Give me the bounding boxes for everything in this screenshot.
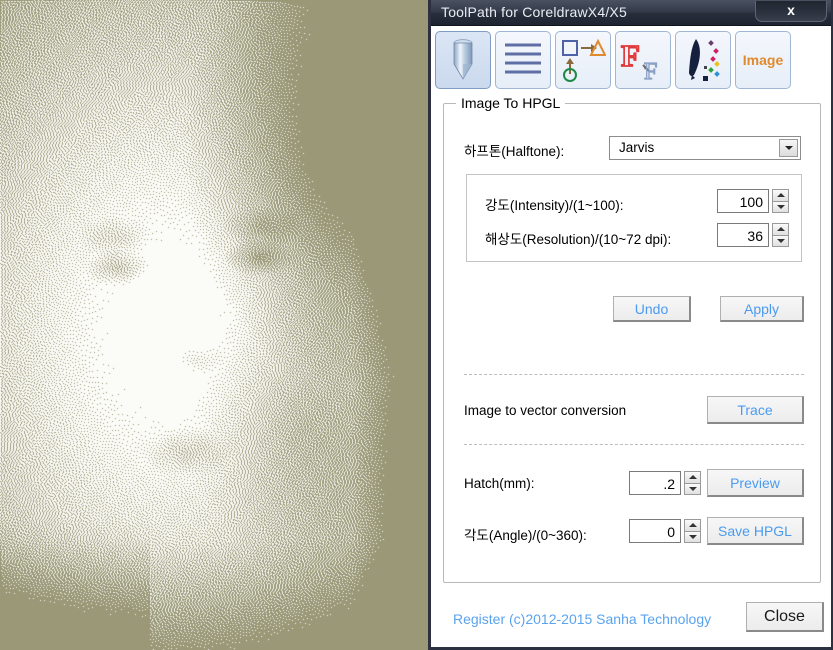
- shape-convert-icon: [560, 38, 606, 82]
- svg-text:F: F: [644, 59, 657, 82]
- resolution-stepper-down[interactable]: [772, 234, 789, 247]
- halftone-select[interactable]: Jarvis: [609, 136, 801, 160]
- window-close-icon[interactable]: x: [755, 1, 827, 22]
- intensity-label: 강도(Intensity)/(1~100):: [485, 198, 624, 213]
- halftone-preview-canvas[interactable]: [0, 0, 428, 650]
- caret-glyph: [784, 146, 793, 150]
- angle-stepper-down[interactable]: [684, 530, 701, 543]
- separator-bottom: [464, 444, 804, 445]
- horizontal-lines-icon: [502, 39, 544, 81]
- arrow-up-icon: [776, 193, 785, 198]
- intensity-row: 강도(Intensity)/(1~100):: [485, 189, 789, 215]
- angle-input[interactable]: [629, 519, 681, 543]
- arrow-up-icon: [776, 227, 785, 232]
- svg-text:F: F: [621, 38, 640, 73]
- image-text-icon: Image: [742, 52, 784, 68]
- group-legend: Image To HPGL: [456, 95, 566, 111]
- undo-button[interactable]: Undo: [613, 296, 691, 322]
- apply-button[interactable]: Apply: [720, 296, 804, 322]
- toolpath-dialog: ToolPath for CoreldrawX4/X5 x F F Image …: [428, 0, 833, 650]
- intensity-stepper-up[interactable]: [772, 189, 789, 201]
- toolbar-button-hatch-fill[interactable]: [495, 31, 551, 89]
- angle-stepper[interactable]: [684, 519, 701, 543]
- image-to-hpgl-group: Image To HPGL 하프톤(Halftone): Jarvis 강도(I…: [443, 95, 821, 583]
- halftone-preview-pane[interactable]: [0, 0, 428, 650]
- hatch-stepper[interactable]: [684, 471, 701, 495]
- separator-top: [464, 374, 804, 375]
- hatch-stepper-down[interactable]: [684, 482, 701, 495]
- close-button[interactable]: Close: [746, 602, 824, 632]
- engraving-bit-icon: [448, 38, 478, 82]
- resolution-stepper-up[interactable]: [772, 223, 789, 235]
- intensity-resolution-panel: 강도(Intensity)/(1~100): 해상도(Resolution)/(…: [466, 174, 802, 262]
- app-window: ToolPath for CoreldrawX4/X5 x F F Image …: [0, 0, 833, 650]
- hatch-stepper-up[interactable]: [684, 471, 701, 483]
- toolbar-button-pen[interactable]: [435, 31, 491, 89]
- hatch-input[interactable]: [629, 471, 681, 495]
- dialog-title: ToolPath for CoreldrawX4/X5: [441, 4, 627, 20]
- halftone-label: 하프톤(Halftone):: [464, 144, 565, 159]
- register-text[interactable]: Register (c)2012-2015 Sanha Technology: [453, 611, 711, 627]
- toolbar-button-image[interactable]: Image: [735, 31, 791, 89]
- toolbar-button-text[interactable]: F F: [615, 31, 671, 89]
- halftone-row: 하프톤(Halftone): Jarvis: [464, 136, 804, 160]
- arrow-up-icon: [688, 523, 697, 528]
- vector-conversion-label: Image to vector conversion: [464, 403, 627, 418]
- brush-color-icon: [680, 37, 726, 83]
- trace-button[interactable]: Trace: [707, 396, 804, 424]
- arrow-down-icon: [776, 204, 785, 209]
- arrow-up-icon: [688, 475, 697, 480]
- intensity-input[interactable]: [717, 189, 769, 213]
- hatch-label: Hatch(mm):: [464, 476, 535, 491]
- resolution-input[interactable]: [717, 223, 769, 247]
- resolution-stepper[interactable]: [772, 223, 789, 247]
- angle-label: 각도(Angle)/(0~360):: [464, 528, 587, 543]
- font-outline-icon: F F: [620, 38, 666, 82]
- toolbar-button-brush[interactable]: [675, 31, 731, 89]
- resolution-label: 해상도(Resolution)/(10~72 dpi):: [485, 232, 672, 247]
- toolbar: F F Image: [431, 26, 831, 93]
- intensity-stepper[interactable]: [772, 189, 789, 213]
- save-hpgl-button[interactable]: Save HPGL: [707, 517, 804, 545]
- arrow-down-icon: [776, 238, 785, 243]
- intensity-stepper-down[interactable]: [772, 200, 789, 213]
- arrow-down-icon: [688, 486, 697, 491]
- arrow-down-icon: [688, 534, 697, 539]
- angle-stepper-up[interactable]: [684, 519, 701, 531]
- chevron-down-icon[interactable]: [779, 139, 798, 157]
- preview-button[interactable]: Preview: [707, 469, 804, 497]
- resolution-row: 해상도(Resolution)/(10~72 dpi):: [485, 223, 789, 249]
- halftone-selected-value: Jarvis: [619, 140, 655, 155]
- dialog-titlebar[interactable]: ToolPath for CoreldrawX4/X5 x: [431, 0, 831, 26]
- toolbar-button-shape-convert[interactable]: [555, 31, 611, 89]
